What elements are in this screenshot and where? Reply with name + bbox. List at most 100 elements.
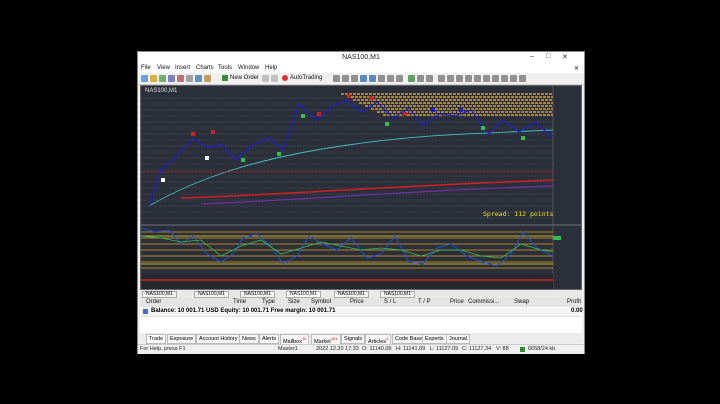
signal-marker	[403, 112, 407, 116]
autoscroll-icon[interactable]	[387, 75, 394, 82]
col-commission[interactable]: Commissi...	[468, 299, 499, 305]
zoom-out-icon[interactable]	[369, 75, 376, 82]
menu-file[interactable]: File	[141, 65, 151, 71]
col-order[interactable]: Order	[146, 299, 161, 305]
col-swap[interactable]: Swap	[514, 299, 529, 305]
bar-chart-icon[interactable]	[333, 75, 340, 82]
chart-tab[interactable]: NAS100,M1	[380, 291, 415, 298]
label-icon[interactable]	[510, 75, 517, 82]
window-title: NAS100,M1	[342, 54, 380, 61]
col-profit[interactable]: Profit	[567, 299, 581, 305]
signal-marker	[277, 152, 281, 156]
chart-tab[interactable]: NAS100,M1	[240, 291, 275, 298]
balance-icon	[143, 309, 148, 314]
data-window-icon[interactable]	[168, 75, 175, 82]
signal-marker	[191, 132, 195, 136]
trendline-icon[interactable]	[474, 75, 481, 82]
menu-charts[interactable]: Charts	[196, 65, 214, 71]
zoom-in-icon[interactable]	[360, 75, 367, 82]
candles-icon[interactable]	[342, 75, 349, 82]
balance-row[interactable]: Balance: 10 001.71 USD Equity: 10 001.71…	[141, 308, 583, 317]
title-bar: NAS100,M1 – □ ✕	[138, 52, 584, 64]
fibonacci-icon[interactable]	[492, 75, 499, 82]
col-symbol[interactable]: Symbol	[311, 299, 331, 305]
metaeditor-icon[interactable]	[204, 75, 211, 82]
menu-window[interactable]: Window	[238, 65, 259, 71]
price-chart[interactable]	[141, 86, 581, 289]
signal-marker	[521, 136, 525, 140]
terminal-icon[interactable]	[186, 75, 193, 82]
terminal-tab-exposure[interactable]: Exposure	[167, 334, 197, 344]
crosshair-icon[interactable]	[447, 75, 454, 82]
cursor-icon[interactable]	[438, 75, 445, 82]
terminal-body: Balance: 10 001.71 USD Equity: 10 001.71…	[140, 307, 583, 333]
menu-tools[interactable]: Tools	[218, 65, 232, 71]
text-icon[interactable]	[501, 75, 508, 82]
col-size[interactable]: Size	[288, 299, 300, 305]
col-sl[interactable]: S / L	[384, 299, 396, 305]
new-chart-icon[interactable]	[141, 75, 148, 82]
market-watch-icon[interactable]	[159, 75, 166, 82]
tool-icon-b[interactable]	[271, 75, 278, 82]
arrows-icon[interactable]	[519, 75, 526, 82]
signal-marker	[161, 178, 165, 182]
chart-tab[interactable]: NAS100,M1	[142, 291, 177, 298]
tester-icon[interactable]	[195, 75, 202, 82]
terminal-tab-experts[interactable]: Experts	[422, 334, 447, 344]
connection-icon	[520, 347, 525, 352]
signal-marker	[481, 126, 485, 130]
col-price-current[interactable]: Price	[450, 299, 464, 305]
terminal-tab-code-base[interactable]: Code Base	[392, 334, 426, 344]
status-open: O: 11140.09	[362, 346, 392, 352]
autotrading-icon	[282, 75, 288, 81]
new-order-button[interactable]: New Order	[222, 74, 259, 82]
chart-tabs: NAS100,M1 NAS100,M1 NAS100,M1 NAS100,M1 …	[140, 290, 582, 298]
status-close: C: 11127.34	[462, 346, 492, 352]
indicators-icon[interactable]	[408, 75, 415, 82]
terminal-window: NAS100,M1 – □ ✕ File View Insert Charts …	[137, 51, 585, 354]
terminal-tab-signals[interactable]: Signals	[341, 334, 366, 344]
signal-marker	[431, 108, 435, 112]
chart-tab-active[interactable]: NAS100,M1	[286, 291, 321, 298]
menu-close-icon[interactable]: ✕	[574, 65, 579, 72]
col-type[interactable]: Type	[262, 299, 275, 305]
terminal-tab-trade[interactable]: Trade	[146, 334, 167, 344]
menu-bar: File View Insert Charts Tools Window Hel…	[138, 64, 584, 73]
minimize-button[interactable]: –	[530, 53, 534, 60]
line-chart-icon[interactable]	[351, 75, 358, 82]
tool-icon-a[interactable]	[262, 75, 269, 82]
col-price[interactable]: Price	[350, 299, 364, 305]
profiles-icon[interactable]	[150, 75, 157, 82]
menu-help[interactable]: Help	[265, 65, 277, 71]
periods-icon[interactable]	[417, 75, 424, 82]
channel-icon[interactable]	[483, 75, 490, 82]
horizontal-line-icon[interactable]	[465, 75, 472, 82]
menu-insert[interactable]: Insert	[175, 65, 190, 71]
balance-text: Balance: 10 001.71 USD Equity: 10 001.71…	[151, 308, 336, 314]
time-axis	[141, 274, 553, 289]
menu-view[interactable]: View	[157, 65, 170, 71]
vertical-line-icon[interactable]	[456, 75, 463, 82]
toolbar: New Order AutoTrading	[138, 73, 584, 85]
autotrading-button[interactable]: AutoTrading	[282, 74, 322, 82]
oscillator-value-marker	[553, 236, 561, 240]
terminal-tab-news[interactable]: News	[239, 334, 259, 344]
terminal-tab-alerts[interactable]: Alerts	[259, 334, 280, 344]
maximize-button[interactable]: □	[546, 53, 550, 60]
chart-tab[interactable]: NAS100,M1	[194, 291, 229, 298]
navigator-icon[interactable]	[177, 75, 184, 82]
col-time[interactable]: Time	[233, 299, 246, 305]
tile-icon[interactable]	[378, 75, 385, 82]
close-button[interactable]: ✕	[562, 53, 568, 61]
chart-window[interactable]: NAS100,M1 Spread: 112 points	[140, 85, 582, 290]
terminal-tab-journal[interactable]: Journal	[446, 334, 471, 344]
chart-shift-icon[interactable]	[396, 75, 403, 82]
signal-marker	[301, 114, 305, 118]
terminal-tab-account-history[interactable]: Account History	[196, 334, 241, 344]
templates-icon[interactable]	[426, 75, 433, 82]
col-tp[interactable]: T / P	[418, 299, 431, 305]
chart-tab[interactable]: NAS100,M1	[334, 291, 369, 298]
signal-marker	[459, 108, 463, 112]
price-axis	[553, 86, 581, 289]
status-low: L: 11127.09	[430, 346, 459, 352]
